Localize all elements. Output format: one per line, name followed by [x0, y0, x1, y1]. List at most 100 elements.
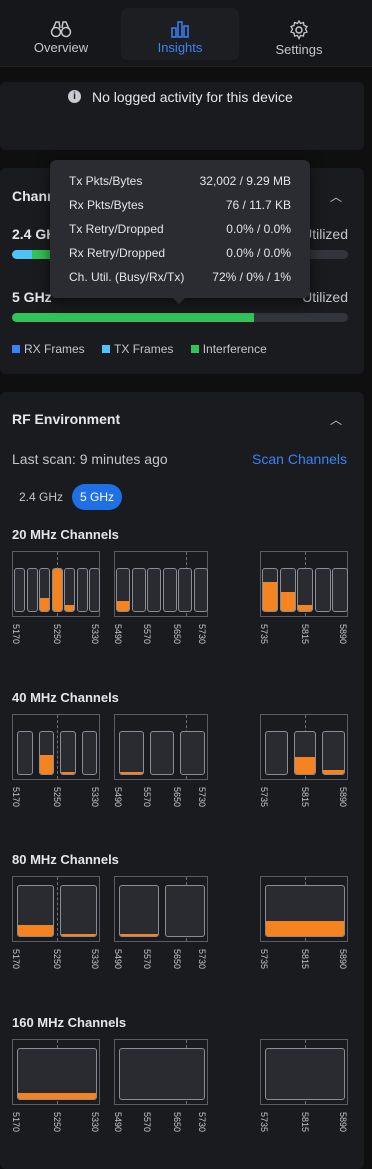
collapse-chevron-icon[interactable]: ︿: [330, 411, 342, 428]
frequency-tick-label: 5815: [300, 787, 310, 808]
channel-slot[interactable]: [180, 731, 205, 775]
frequency-tick-label: 5735: [259, 624, 269, 645]
channel-util-fill: [323, 769, 344, 774]
frequency-tick-label: 5735: [259, 1112, 269, 1133]
frequency-tick-label: 5250: [52, 624, 62, 645]
activity-notice-card: No logged activity for this device: [0, 82, 364, 150]
channel-slot[interactable]: [76, 568, 88, 612]
channel-util-fill: [263, 581, 277, 611]
info-icon: i: [68, 90, 81, 103]
frequency-tick-label: 5490: [113, 624, 123, 645]
channel-slot[interactable]: [64, 568, 75, 612]
channel-slot[interactable]: [119, 1048, 205, 1100]
channel-slot[interactable]: [265, 885, 345, 937]
channel-slot[interactable]: [265, 731, 288, 775]
channel-slot[interactable]: [14, 568, 25, 612]
channel-slot[interactable]: [147, 568, 162, 612]
frequency-tick-label: 5890: [337, 949, 348, 970]
channel-slot[interactable]: [89, 568, 100, 612]
frequency-tick-label: 5490: [113, 787, 123, 808]
tab-overview-label: Overview: [33, 40, 89, 55]
tooltip-key: Rx Pkts/Bytes: [69, 198, 144, 212]
channel-slot[interactable]: [178, 568, 193, 612]
frequency-tick-label: 5890: [337, 787, 348, 808]
channel-slot[interactable]: [17, 731, 33, 775]
section-label: 160 MHz Channels: [12, 1015, 127, 1030]
channel-slot[interactable]: [119, 885, 159, 937]
frequency-tick-label: 5170: [11, 949, 21, 970]
collapse-chevron-icon[interactable]: ︿: [330, 188, 342, 205]
gear-icon: [290, 20, 308, 40]
channel-group-box: [12, 876, 100, 942]
channel-group-box: [12, 714, 100, 780]
tab-settings[interactable]: Settings: [256, 8, 342, 60]
band-toggle-5[interactable]: 5 GHz: [72, 484, 122, 510]
channel-util-fill: [120, 771, 143, 774]
band-5-interference-segment: [12, 313, 254, 322]
channel-group-box: [114, 1039, 208, 1105]
channel-slot[interactable]: [314, 568, 331, 612]
channel-util-fill: [117, 600, 130, 611]
frequency-tick-label: 5170: [11, 624, 21, 645]
channel-group-box: [114, 714, 208, 780]
channel-slot[interactable]: [60, 731, 76, 775]
channel-slot[interactable]: [332, 568, 348, 612]
channel-group-box: [260, 551, 348, 617]
channel-util-fill: [61, 771, 75, 774]
channel-slot[interactable]: [165, 885, 205, 937]
channel-slot[interactable]: [81, 731, 97, 775]
tooltip-value: 0.0% / 0.0%: [226, 222, 291, 236]
channel-slot[interactable]: [38, 731, 54, 775]
channel-slot[interactable]: [297, 568, 313, 612]
channel-slot[interactable]: [60, 885, 97, 937]
channel-slot[interactable]: [265, 1048, 345, 1100]
scan-channels-button[interactable]: Scan Channels: [252, 451, 347, 467]
frequency-tick-label: 5250: [52, 787, 62, 808]
legend-rx-label: RX Frames: [24, 342, 85, 356]
channel-slot[interactable]: [162, 568, 177, 612]
frequency-tick-label: 5650: [171, 1112, 182, 1133]
frequency-tick-label: 5330: [89, 787, 100, 808]
channel-stats-tooltip: Tx Pkts/Bytes 32,002 / 9.29 MB Rx Pkts/By…: [50, 160, 310, 304]
channel-slot[interactable]: [39, 568, 50, 612]
frequency-tick-label: 5330: [89, 1112, 100, 1133]
band-divider-line: [57, 877, 58, 941]
tooltip-value: 32,002 / 9.29 MB: [199, 174, 291, 188]
channel-slot[interactable]: [193, 568, 208, 612]
channel-slot[interactable]: [17, 1048, 97, 1100]
band-toggle-24[interactable]: 2.4 GHz: [12, 484, 70, 510]
frequency-tick-label: 5570: [142, 787, 153, 808]
frequency-tick-label: 5815: [300, 624, 310, 645]
frequency-tick-label: 5650: [171, 949, 182, 970]
last-scan-text: Last scan: 9 minutes ago: [12, 451, 168, 467]
section-label: 40 MHz Channels: [12, 690, 119, 705]
channel-slot[interactable]: [149, 731, 175, 775]
channel-slot[interactable]: [262, 568, 278, 612]
channel-slot[interactable]: [322, 731, 345, 775]
channel-slot[interactable]: [293, 731, 317, 775]
frequency-tick-label: 5490: [113, 1112, 123, 1133]
channel-slot[interactable]: [116, 568, 131, 612]
channel-util-fill: [120, 933, 158, 936]
legend-tx-label: TX Frames: [114, 342, 174, 356]
channel-slot[interactable]: [17, 885, 54, 937]
legend-interference-label: Interference: [202, 342, 267, 356]
channel-group-box: [260, 876, 348, 942]
channel-slot[interactable]: [279, 568, 296, 612]
tab-overview[interactable]: Overview: [16, 8, 106, 60]
section-label: 20 MHz Channels: [12, 527, 119, 542]
frequency-tick-label: 5250: [52, 949, 62, 970]
channel-slot[interactable]: [51, 568, 63, 612]
tab-insights[interactable]: Insights: [121, 8, 239, 60]
tooltip-key: Rx Retry/Dropped: [69, 246, 166, 260]
channel-group-box: [114, 551, 208, 617]
top-nav: Overview Insights Settings: [0, 0, 372, 67]
rf-environment-title: RF Environment: [12, 411, 121, 427]
frequency-tick-label: 5170: [11, 1112, 21, 1133]
band-5-label: 5 GHz: [12, 289, 52, 305]
channel-slot[interactable]: [131, 568, 146, 612]
channel-slot[interactable]: [119, 731, 144, 775]
channel-slot[interactable]: [26, 568, 38, 612]
frequency-tick-label: 5170: [11, 787, 21, 808]
band-24-tx-segment: [12, 250, 32, 259]
